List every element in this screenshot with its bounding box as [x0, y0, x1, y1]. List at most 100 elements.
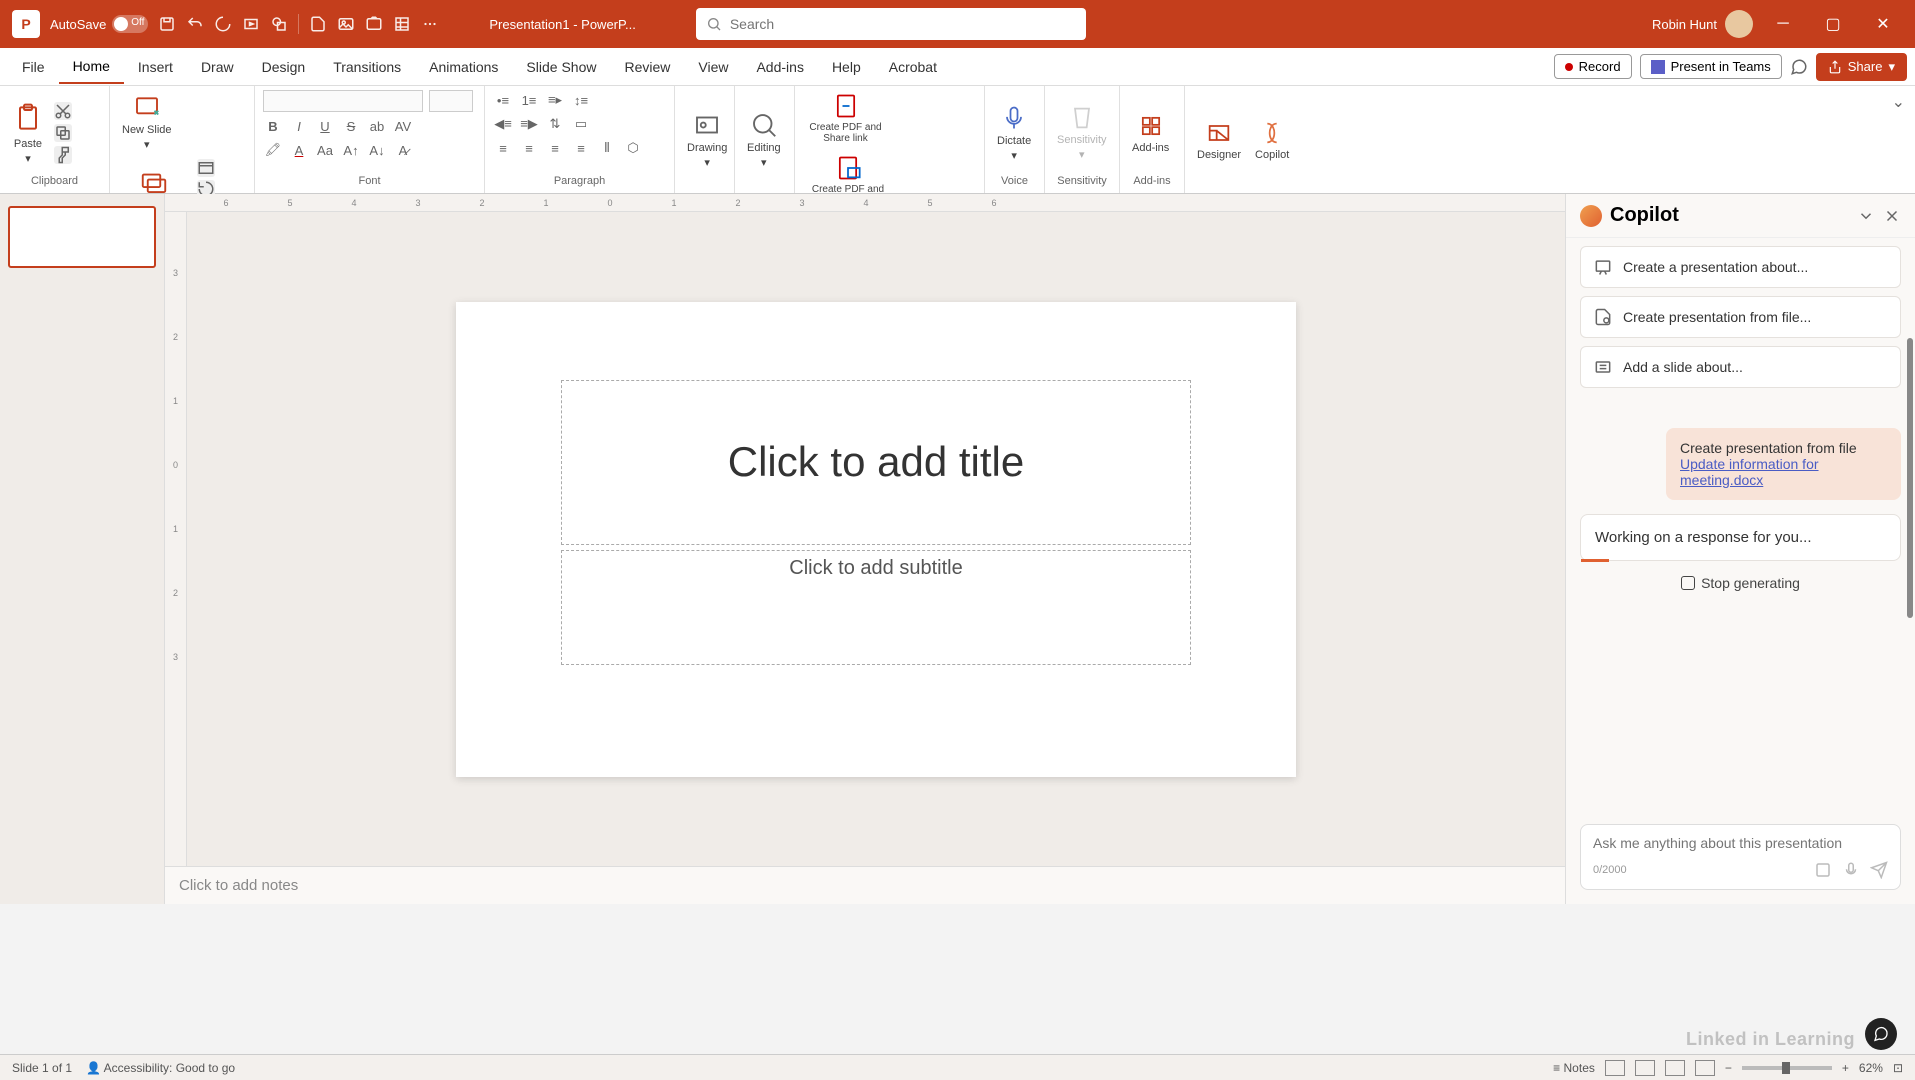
tab-slideshow[interactable]: Slide Show	[512, 51, 610, 83]
scrollbar[interactable]	[1907, 338, 1913, 618]
font-family-dropdown[interactable]	[263, 90, 423, 112]
title-placeholder[interactable]: Click to add title	[561, 380, 1191, 545]
new-file-icon[interactable]	[309, 15, 327, 33]
justify-button[interactable]: ≡	[571, 138, 591, 158]
increase-indent-button[interactable]: ≡▶	[519, 114, 539, 134]
save-icon[interactable]	[158, 15, 176, 33]
decrease-font-button[interactable]: A↓	[367, 140, 387, 160]
picture-icon[interactable]	[337, 15, 355, 33]
slideshow-view-button[interactable]	[1695, 1060, 1715, 1076]
shapes-icon[interactable]	[270, 15, 288, 33]
tab-home[interactable]: Home	[59, 50, 124, 84]
columns-button[interactable]: ⫴	[597, 138, 617, 158]
sorter-view-button[interactable]	[1635, 1060, 1655, 1076]
dictate-button[interactable]: Dictate ▾	[993, 101, 1035, 164]
format-painter-icon[interactable]	[54, 146, 72, 164]
tab-transitions[interactable]: Transitions	[319, 51, 415, 83]
addins-button[interactable]: Add-ins	[1128, 110, 1173, 156]
user-account[interactable]: Robin Hunt	[1652, 10, 1753, 38]
copilot-suggestion[interactable]: Add a slide about...	[1580, 346, 1901, 388]
decrease-indent-button[interactable]: ◀≡	[493, 114, 513, 134]
zoom-level[interactable]: 62%	[1859, 1061, 1883, 1075]
tab-design[interactable]: Design	[248, 51, 320, 83]
undo-icon[interactable]	[186, 15, 204, 33]
collapse-ribbon-button[interactable]: ⌄	[1882, 86, 1915, 193]
smartart-button[interactable]: ⬡	[623, 138, 643, 158]
autosave-toggle[interactable]: AutoSave Off	[50, 15, 148, 33]
microphone-icon[interactable]	[1842, 861, 1860, 879]
photo-icon[interactable]	[365, 15, 383, 33]
tab-addins[interactable]: Add-ins	[742, 51, 817, 83]
search-input[interactable]	[730, 16, 1076, 32]
slide-thumbnail-panel[interactable]: 1	[0, 194, 165, 904]
zoom-out-button[interactable]: −	[1725, 1061, 1732, 1075]
copilot-suggestion[interactable]: Create presentation from file...	[1580, 296, 1901, 338]
record-button[interactable]: Record	[1554, 54, 1632, 79]
tab-view[interactable]: View	[684, 51, 742, 83]
change-case-button[interactable]: Aa	[315, 140, 335, 160]
copilot-ribbon-button[interactable]: Copilot	[1251, 117, 1293, 163]
bold-button[interactable]: B	[263, 116, 283, 136]
list-level-button[interactable]: ≡▸	[545, 90, 565, 110]
character-spacing-button[interactable]: AV	[393, 116, 413, 136]
copilot-input[interactable]	[1593, 835, 1888, 851]
share-button[interactable]: Share ▾	[1816, 53, 1907, 81]
new-slide-button[interactable]: New Slide ▾	[118, 90, 176, 153]
search-box[interactable]	[696, 8, 1086, 40]
send-icon[interactable]	[1870, 861, 1888, 879]
copilot-suggestion[interactable]: Create a presentation about...	[1580, 246, 1901, 288]
present-in-teams-button[interactable]: Present in Teams	[1640, 54, 1782, 79]
close-icon[interactable]	[1883, 207, 1901, 225]
maximize-button[interactable]: ▢	[1813, 8, 1853, 40]
clear-format-button[interactable]: A̷	[393, 140, 413, 160]
comments-icon[interactable]	[1790, 58, 1808, 76]
toggle-switch-icon[interactable]: Off	[112, 15, 148, 33]
layout-icon[interactable]	[197, 159, 215, 177]
numbering-button[interactable]: 1≡	[519, 90, 539, 110]
zoom-in-button[interactable]: +	[1842, 1061, 1849, 1075]
tab-acrobat[interactable]: Acrobat	[875, 51, 951, 83]
notes-toggle[interactable]: ≡ Notes	[1553, 1061, 1595, 1075]
copilot-input-box[interactable]: 0/2000	[1580, 824, 1901, 890]
sensitivity-button[interactable]: Sensitivity ▾	[1053, 102, 1111, 163]
shadow-button[interactable]: ab	[367, 116, 387, 136]
chevron-down-icon[interactable]	[1857, 207, 1875, 225]
normal-view-button[interactable]	[1605, 1060, 1625, 1076]
fit-to-window-button[interactable]: ⊡	[1893, 1061, 1903, 1075]
paste-button[interactable]: Paste ▾	[8, 98, 48, 167]
tab-file[interactable]: File	[8, 51, 59, 83]
increase-font-button[interactable]: A↑	[341, 140, 361, 160]
slide-canvas[interactable]: Click to add title Click to add subtitle	[456, 302, 1296, 777]
drawing-button[interactable]: Drawing ▾	[683, 108, 731, 171]
more-icon[interactable]	[421, 15, 439, 33]
bullets-button[interactable]: •≡	[493, 90, 513, 110]
line-spacing-button[interactable]: ↕≡	[571, 90, 591, 110]
tab-animations[interactable]: Animations	[415, 51, 512, 83]
cut-icon[interactable]	[54, 102, 72, 120]
align-center-button[interactable]: ≡	[519, 138, 539, 158]
highlight-button[interactable]: 🖍	[263, 140, 283, 160]
from-beginning-icon[interactable]	[242, 15, 260, 33]
minimize-button[interactable]: ─	[1763, 8, 1803, 40]
close-button[interactable]: ✕	[1863, 8, 1903, 40]
align-text-button[interactable]: ▭	[571, 114, 591, 134]
tab-review[interactable]: Review	[610, 51, 684, 83]
notes-pane[interactable]: Click to add notes	[165, 866, 1565, 904]
redo-icon[interactable]	[214, 15, 232, 33]
file-link[interactable]: Update information for meeting.docx	[1680, 456, 1819, 488]
tab-insert[interactable]: Insert	[124, 51, 187, 83]
font-color-button[interactable]: A	[289, 140, 309, 160]
stop-generating-button[interactable]: Stop generating	[1580, 561, 1901, 605]
align-right-button[interactable]: ≡	[545, 138, 565, 158]
attachment-icon[interactable]	[1814, 861, 1832, 879]
copy-icon[interactable]	[54, 124, 72, 142]
zoom-slider[interactable]	[1742, 1066, 1832, 1070]
font-size-dropdown[interactable]	[429, 90, 473, 112]
table-icon[interactable]	[393, 15, 411, 33]
create-pdf-share-button[interactable]: Create PDF and Share link	[803, 90, 888, 146]
align-left-button[interactable]: ≡	[493, 138, 513, 158]
editing-button[interactable]: Editing ▾	[743, 108, 785, 171]
chat-help-button[interactable]	[1865, 1018, 1897, 1050]
strikethrough-button[interactable]: S	[341, 116, 361, 136]
underline-button[interactable]: U	[315, 116, 335, 136]
